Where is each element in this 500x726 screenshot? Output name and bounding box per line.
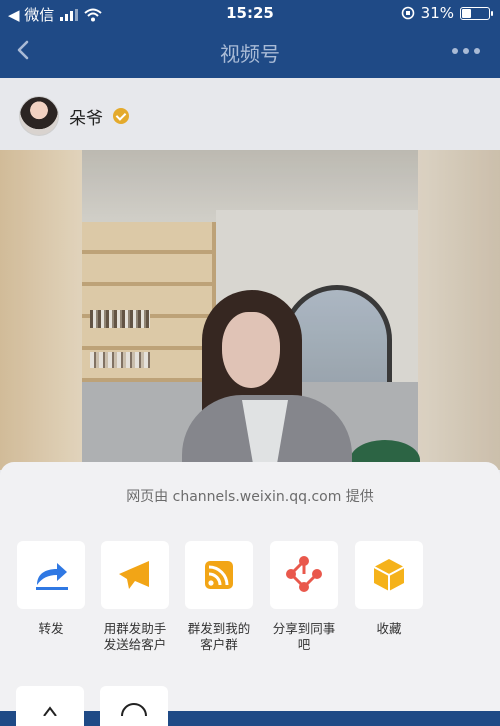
battery-fill — [462, 8, 471, 18]
navigation-bar: 视频号 — [0, 26, 500, 78]
author-header[interactable]: 朵爷 — [19, 96, 129, 136]
battery-icon — [460, 6, 493, 20]
overlay-dim — [0, 150, 500, 470]
page-title: 视频号 — [220, 42, 280, 66]
refresh-icon — [121, 703, 147, 717]
colleague-share-label: 分享到同事吧 — [272, 621, 336, 652]
forward-icon[interactable] — [17, 541, 85, 609]
share-action-sheet: 网页由 channels.weixin.qq.com 提供 转发 用群发助手发送… — [0, 462, 500, 726]
more-options-icon[interactable] — [452, 48, 480, 54]
group-send-label: 群发到我的客户群 — [187, 621, 251, 652]
status-bar: ◀ 微信 15:25 31% — [0, 0, 500, 26]
forward-button[interactable]: 转发 — [16, 541, 86, 637]
favorite-cube-icon[interactable] — [355, 541, 423, 609]
mass-send-assistant-button[interactable]: 用群发助手发送给客户 — [100, 541, 170, 653]
colleague-share-button[interactable]: 分享到同事吧 — [269, 541, 339, 653]
author-name[interactable]: 朵爷 — [69, 104, 103, 129]
verified-badge-icon — [113, 108, 129, 124]
rss-icon[interactable] — [185, 541, 253, 609]
orientation-lock-icon — [401, 6, 414, 20]
forward-label: 转发 — [38, 621, 64, 636]
more-action-tile[interactable] — [100, 686, 168, 726]
mass-send-icon[interactable] — [101, 541, 169, 609]
up-arrow-icon — [43, 706, 57, 717]
more-action-tile[interactable] — [16, 686, 84, 726]
avatar[interactable] — [19, 96, 59, 136]
mass-send-label: 用群发助手发送给客户 — [103, 621, 167, 652]
colleague-share-icon[interactable] — [270, 541, 338, 609]
status-right: 31% — [401, 4, 493, 22]
battery-percent: 31% — [420, 4, 454, 22]
favorite-button[interactable]: 收藏 — [354, 541, 424, 637]
favorite-label: 收藏 — [376, 621, 402, 636]
group-send-button[interactable]: 群发到我的客户群 — [184, 541, 254, 653]
video-player[interactable] — [0, 150, 500, 470]
sheet-source-text: 网页由 channels.weixin.qq.com 提供 — [126, 489, 374, 505]
